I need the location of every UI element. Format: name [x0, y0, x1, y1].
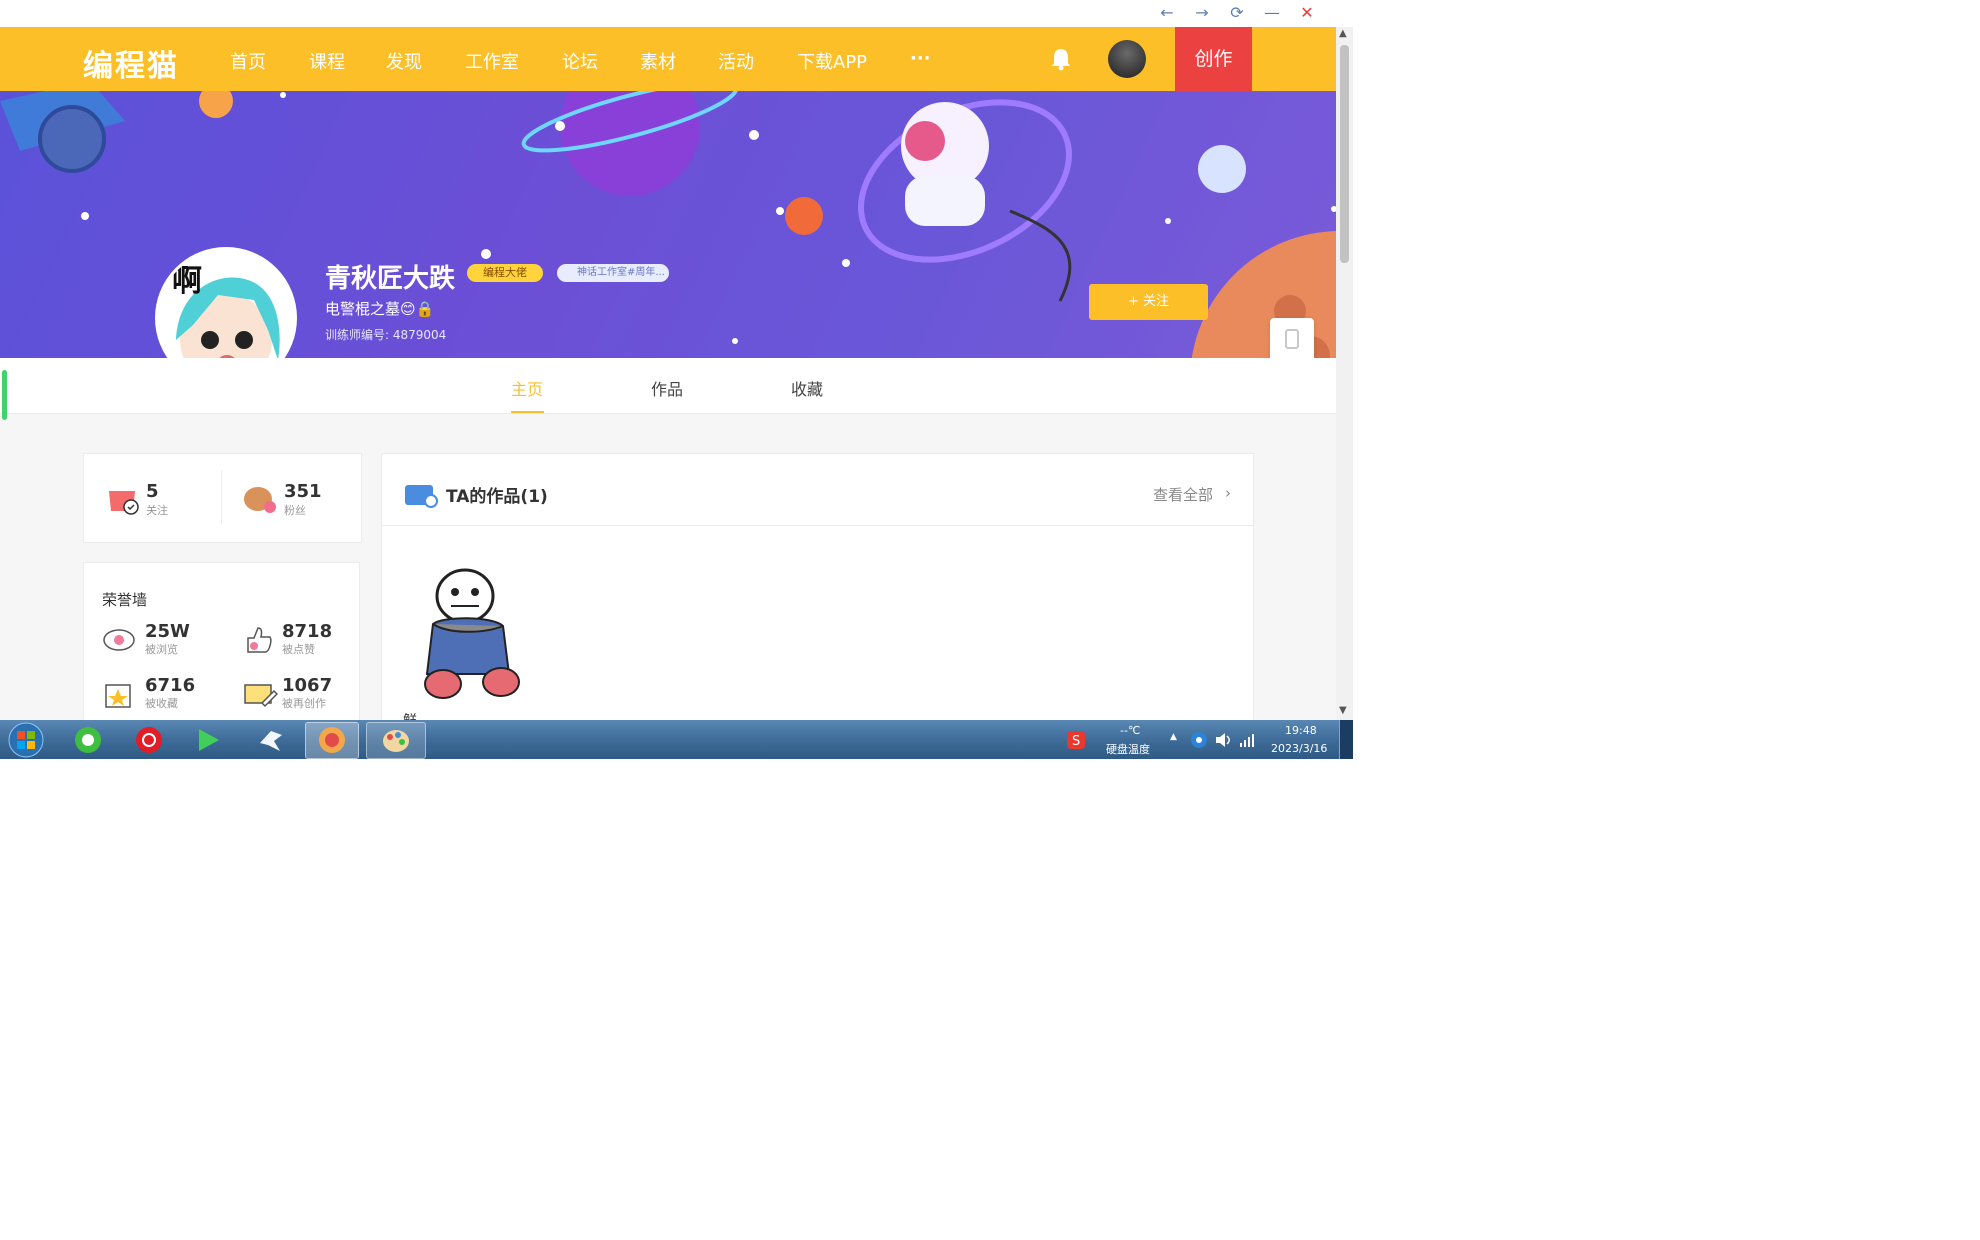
temperature-value: --℃ — [1120, 724, 1141, 737]
back-button[interactable]: ← — [1152, 2, 1182, 24]
sogou-input-icon[interactable]: S — [1066, 730, 1086, 750]
satellite-illustration — [0, 91, 125, 173]
trainer-id: 训练师编号: 4879004 — [325, 328, 447, 342]
nav-discover[interactable]: 发现 — [386, 48, 422, 74]
minimize-button[interactable]: — — [1257, 2, 1287, 24]
codemao-app-icon — [319, 727, 345, 753]
svg-text:S: S — [1072, 734, 1080, 749]
user-avatar[interactable] — [1108, 40, 1146, 78]
forward-button[interactable]: → — [1187, 2, 1217, 24]
follow-stats-card: 5 关注 351 粉丝 — [83, 453, 362, 543]
show-desktop-button[interactable] — [1339, 720, 1353, 759]
nav-download-app[interactable]: 下载APP — [797, 48, 867, 74]
netease-music-icon[interactable] — [134, 725, 164, 755]
page-edge-indicator — [2, 370, 7, 420]
nav-home[interactable]: 首页 — [230, 48, 266, 74]
bird-app-icon[interactable] — [256, 725, 286, 755]
close-button[interactable]: ✕ — [1292, 2, 1322, 24]
following-icon — [109, 491, 139, 515]
remix-count: 1067 — [282, 675, 333, 696]
bell-icon[interactable] — [1050, 47, 1072, 71]
works-divider — [382, 525, 1253, 526]
views-label: 被浏览 — [145, 643, 178, 656]
eye-icon — [103, 629, 135, 651]
scroll-down-arrow[interactable]: ▼ — [1339, 705, 1347, 716]
tab-favorites[interactable]: 收藏 — [791, 376, 823, 400]
follow-button[interactable]: + 关注 — [1089, 284, 1208, 320]
avatar-text: 啊 — [172, 264, 202, 299]
honor-wall-title: 荣誉墙 — [102, 591, 148, 609]
see-all-link[interactable]: 查看全部 — [1153, 484, 1213, 505]
scroll-up-arrow[interactable]: ▲ — [1339, 28, 1347, 39]
site-logo[interactable]: 编程猫 — [83, 41, 179, 85]
volume-icon[interactable] — [1214, 731, 1232, 749]
start-button-icon[interactable] — [7, 721, 45, 759]
disk-temp-label: 硬盘温度 — [1106, 743, 1150, 756]
fans-label: 粉丝 — [284, 504, 306, 517]
nav-materials[interactable]: 素材 — [640, 48, 676, 74]
works-card: TA的作品(1) 查看全部 › 鲜 — [381, 453, 1254, 755]
star-box-icon — [105, 684, 131, 708]
video-player-icon[interactable] — [193, 725, 223, 755]
tab-works[interactable]: 作品 — [651, 376, 683, 400]
nav-studio[interactable]: 工作室 — [465, 48, 519, 74]
tab-active-indicator — [511, 411, 544, 413]
taskbar-item-codemao[interactable] — [305, 722, 359, 759]
browser-app-icon[interactable] — [73, 725, 103, 755]
network-app-icon[interactable] — [1190, 731, 1208, 749]
coding-master-badge[interactable]: 编程大佬 — [467, 264, 543, 282]
work-thumbnail[interactable] — [403, 554, 543, 704]
paint-app-icon — [383, 730, 409, 752]
views-count: 25W — [145, 621, 190, 642]
following-count[interactable]: 5 — [146, 481, 159, 502]
page-scrollbar[interactable]: ▲ ▼ — [1336, 27, 1353, 720]
phone-icon — [1285, 329, 1299, 349]
nav-activities[interactable]: 活动 — [718, 48, 754, 74]
likes-label: 被点赞 — [282, 643, 315, 656]
following-label: 关注 — [146, 504, 168, 517]
fans-count[interactable]: 351 — [284, 481, 322, 502]
nav-forum[interactable]: 论坛 — [562, 48, 598, 74]
works-icon — [405, 485, 438, 508]
refresh-button[interactable]: ⟳ — [1222, 2, 1252, 24]
nav-courses[interactable]: 课程 — [309, 48, 345, 74]
favorites-label: 被收藏 — [145, 697, 178, 710]
clock-date[interactable]: 2023/3/16 — [1271, 742, 1327, 755]
profile-tabs: 主页 作品 收藏 — [0, 358, 1336, 414]
profile-username: 青秋匠大跌 — [325, 264, 456, 294]
taskbar-item-paint[interactable] — [366, 722, 426, 759]
top-nav: 编程猫 首页 课程 发现 工作室 论坛 素材 活动 下载APP ··· 创作 — [0, 27, 1336, 91]
title-bar: ← → ⟳ — ✕ — [0, 0, 1353, 27]
scrollbar-thumb[interactable] — [1340, 45, 1349, 263]
clock-time[interactable]: 19:48 — [1285, 724, 1317, 737]
honor-wall-card: 荣誉墙 25W 被浏览 8718 被点赞 6716 被收藏 1067 被再创作 — [83, 562, 360, 734]
fans-icon — [244, 487, 276, 513]
astronaut-illustration — [858, 99, 1072, 302]
chevron-right-icon[interactable]: › — [1225, 484, 1231, 502]
works-title: TA的作品(1) — [446, 487, 548, 507]
browser-window: ← → ⟳ — ✕ 编程猫 首页 课程 发现 工作室 论坛 素材 活动 下载AP… — [0, 0, 1353, 759]
tab-home[interactable]: 主页 — [511, 376, 543, 400]
windows-taskbar: S --℃ 硬盘温度 ▲ 19:48 2023/3/16 — [0, 720, 1353, 759]
pencil-icon — [244, 684, 278, 708]
profile-signature: 电警棍之墓😊🔒 — [325, 300, 435, 318]
stats-divider — [221, 470, 222, 524]
studio-badge[interactable]: 神话工作室#周年... — [557, 264, 669, 282]
create-button[interactable]: 创作 — [1175, 27, 1252, 91]
nav-more[interactable]: ··· — [910, 48, 931, 69]
tray-expand-icon[interactable]: ▲ — [1170, 732, 1177, 742]
favorites-count: 6716 — [145, 675, 196, 696]
signal-icon[interactable] — [1238, 731, 1256, 749]
likes-count: 8718 — [282, 621, 333, 642]
remix-label: 被再创作 — [282, 697, 326, 710]
thumb-icon — [247, 627, 272, 653]
